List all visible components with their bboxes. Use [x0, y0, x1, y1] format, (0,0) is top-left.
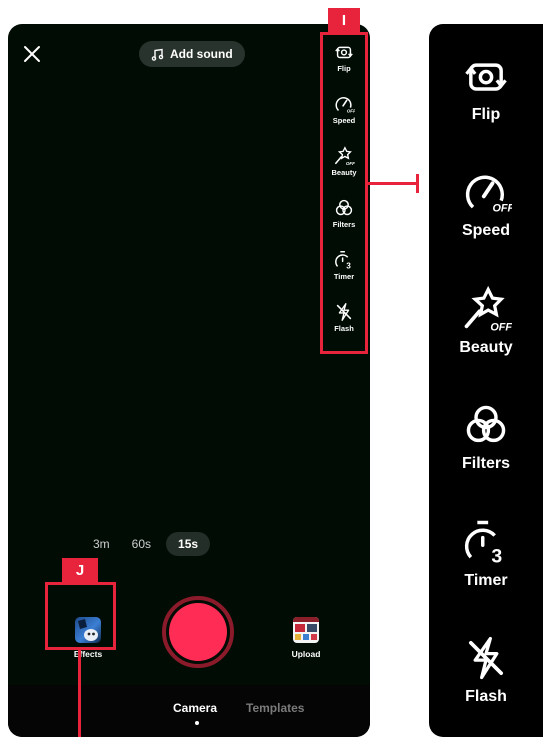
add-sound-label: Add sound	[170, 47, 233, 61]
panel-beauty[interactable]: OFF Beauty	[429, 283, 543, 357]
callout-i-box	[320, 32, 368, 354]
callout-i-connector-end	[416, 174, 419, 193]
gallery-preview-icon	[293, 617, 319, 640]
speed-icon: OFF	[465, 175, 513, 215]
flip-icon	[465, 63, 507, 91]
callout-j-box	[45, 582, 116, 650]
panel-filters-label: Filters	[461, 455, 510, 472]
tab-templates[interactable]: Templates	[246, 701, 304, 715]
close-icon[interactable]	[22, 44, 42, 64]
add-sound-button[interactable]: Add sound	[139, 41, 245, 67]
panel-filters[interactable]: Filters	[429, 399, 543, 473]
svg-text:OFF: OFF	[493, 203, 513, 215]
duration-60s[interactable]: 60s	[125, 532, 158, 556]
panel-timer[interactable]: 3 Timer	[429, 516, 543, 590]
callout-i-label: I	[341, 11, 347, 29]
callout-i-tag: I	[328, 8, 360, 32]
panel-flip[interactable]: Flip	[429, 50, 543, 124]
filters-icon	[466, 405, 506, 443]
tools-zoom-panel: Flip OFF Speed OFF Beauty Filters 3 Time…	[429, 24, 543, 737]
panel-flip-label: Flip	[471, 106, 501, 123]
duration-selector: 3m 60s 15s	[86, 532, 211, 556]
record-button-inner	[169, 603, 227, 661]
callout-j-tag: J	[62, 558, 98, 582]
panel-beauty-label: Beauty	[459, 339, 513, 356]
duration-15s[interactable]: 15s	[166, 532, 211, 556]
upload-label: Upload	[291, 649, 321, 659]
svg-text:3: 3	[491, 546, 502, 568]
panel-speed-label: Speed	[461, 222, 510, 239]
flash-icon	[468, 636, 504, 680]
svg-text:OFF: OFF	[490, 322, 512, 334]
beauty-icon: OFF	[464, 285, 512, 334]
panel-speed[interactable]: OFF Speed	[429, 166, 543, 240]
panel-flash[interactable]: Flash	[429, 632, 543, 706]
timer-icon: 3	[464, 520, 502, 568]
panel-flash-label: Flash	[465, 688, 507, 705]
music-note-icon	[151, 48, 164, 61]
tab-camera[interactable]: Camera	[173, 701, 217, 715]
upload-button[interactable]: Upload	[288, 617, 324, 659]
active-tab-indicator	[195, 721, 199, 725]
panel-timer-label: Timer	[464, 572, 508, 589]
record-button[interactable]	[162, 596, 234, 668]
duration-3m[interactable]: 3m	[86, 532, 117, 556]
callout-j-connector	[78, 650, 81, 737]
upload-thumbnail	[293, 617, 319, 643]
callout-j-label: J	[75, 561, 85, 579]
callout-i-connector	[368, 182, 418, 185]
